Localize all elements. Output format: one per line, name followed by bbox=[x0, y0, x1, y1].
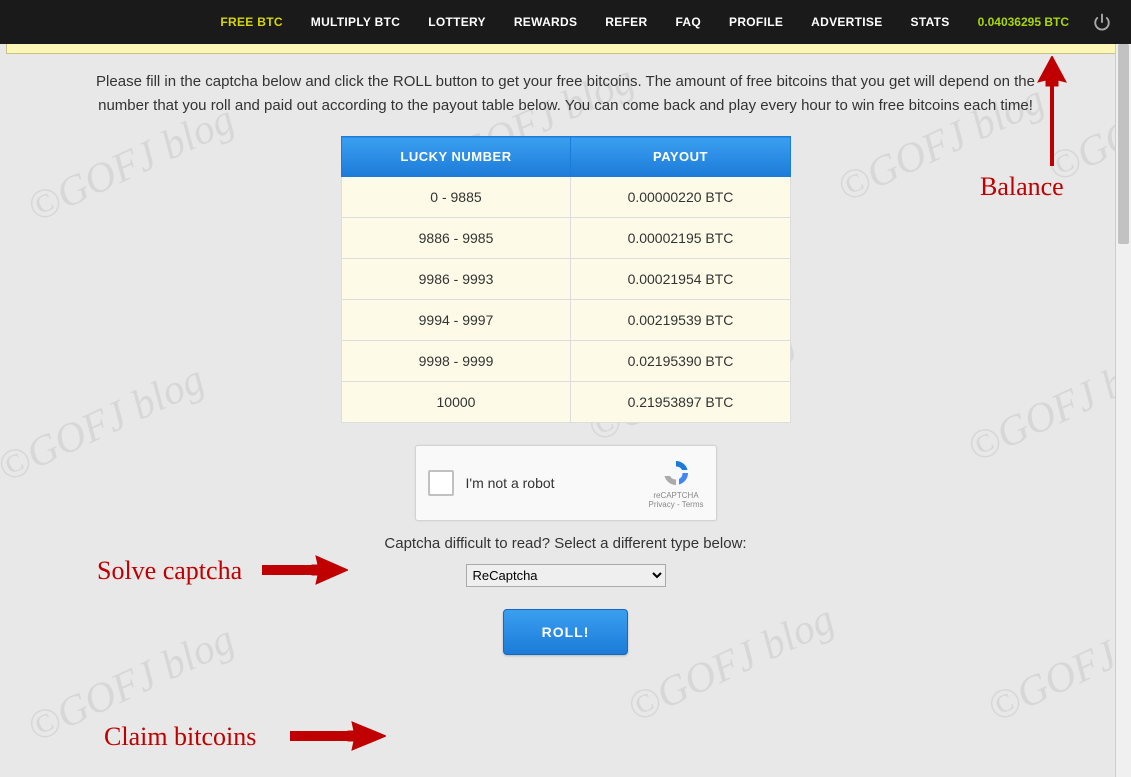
annotation-arrow-claim bbox=[290, 720, 386, 757]
cell-payout: 0.00002195 BTC bbox=[571, 218, 790, 259]
nav-stats[interactable]: STATS bbox=[897, 0, 964, 44]
notice-bar bbox=[6, 44, 1125, 54]
payout-table: LUCKY NUMBER PAYOUT 0 - 98850.00000220 B… bbox=[341, 136, 791, 423]
recaptcha-checkbox[interactable] bbox=[428, 470, 454, 496]
annotation-text-claim: Claim bitcoins bbox=[104, 722, 256, 752]
recaptcha-privacy-link[interactable]: Privacy bbox=[649, 500, 675, 509]
table-row: 9998 - 99990.02195390 BTC bbox=[341, 341, 790, 382]
nav-faq[interactable]: FAQ bbox=[661, 0, 715, 44]
recaptcha-brand: reCAPTCHA Privacy - Terms bbox=[649, 457, 704, 509]
table-row: 100000.21953897 BTC bbox=[341, 382, 790, 423]
power-icon bbox=[1093, 13, 1111, 31]
nav-profile[interactable]: PROFILE bbox=[715, 0, 797, 44]
nav-free-btc[interactable]: FREE BTC bbox=[206, 0, 296, 44]
recaptcha-widget: I'm not a robot reCAPTCHA Privacy - Term… bbox=[415, 445, 717, 521]
nav-refer[interactable]: REFER bbox=[591, 0, 661, 44]
captcha-type-select[interactable]: ReCaptcha bbox=[466, 564, 666, 587]
table-row: 9986 - 99930.00021954 BTC bbox=[341, 259, 790, 300]
recaptcha-terms-link[interactable]: Terms bbox=[682, 500, 704, 509]
table-row: 9886 - 99850.00002195 BTC bbox=[341, 218, 790, 259]
cell-lucky-number: 0 - 9885 bbox=[341, 177, 571, 218]
recaptcha-brand-text: reCAPTCHA bbox=[653, 491, 698, 500]
captcha-hint-text: Captcha difficult to read? Select a diff… bbox=[0, 535, 1131, 552]
cell-payout: 0.21953897 BTC bbox=[571, 382, 790, 423]
nav-advertise[interactable]: ADVERTISE bbox=[797, 0, 896, 44]
cell-payout: 0.00021954 BTC bbox=[571, 259, 790, 300]
cell-payout: 0.00000220 BTC bbox=[571, 177, 790, 218]
table-row: 9994 - 99970.00219539 BTC bbox=[341, 300, 790, 341]
nav-multiply-btc[interactable]: MULTIPLY BTC bbox=[297, 0, 414, 44]
cell-lucky-number: 9886 - 9985 bbox=[341, 218, 571, 259]
logout-button[interactable] bbox=[1083, 0, 1121, 44]
cell-lucky-number: 10000 bbox=[341, 382, 571, 423]
table-row: 0 - 98850.00000220 BTC bbox=[341, 177, 790, 218]
nav-lottery[interactable]: LOTTERY bbox=[414, 0, 500, 44]
top-navbar: FREE BTC MULTIPLY BTC LOTTERY REWARDS RE… bbox=[0, 0, 1131, 44]
cell-lucky-number: 9994 - 9997 bbox=[341, 300, 571, 341]
th-payout: PAYOUT bbox=[571, 137, 790, 177]
nav-rewards[interactable]: REWARDS bbox=[500, 0, 591, 44]
cell-lucky-number: 9998 - 9999 bbox=[341, 341, 571, 382]
intro-text: Please fill in the captcha below and cli… bbox=[66, 60, 1066, 136]
nav-balance: 0.04036295 BTC bbox=[964, 0, 1083, 44]
recaptcha-icon bbox=[660, 457, 692, 489]
scrollbar-thumb[interactable] bbox=[1118, 44, 1129, 244]
recaptcha-label: I'm not a robot bbox=[454, 475, 649, 491]
th-lucky-number: LUCKY NUMBER bbox=[341, 137, 571, 177]
cell-lucky-number: 9986 - 9993 bbox=[341, 259, 571, 300]
cell-payout: 0.00219539 BTC bbox=[571, 300, 790, 341]
vertical-scrollbar[interactable] bbox=[1115, 44, 1131, 777]
cell-payout: 0.02195390 BTC bbox=[571, 341, 790, 382]
roll-button[interactable]: ROLL! bbox=[503, 609, 629, 655]
